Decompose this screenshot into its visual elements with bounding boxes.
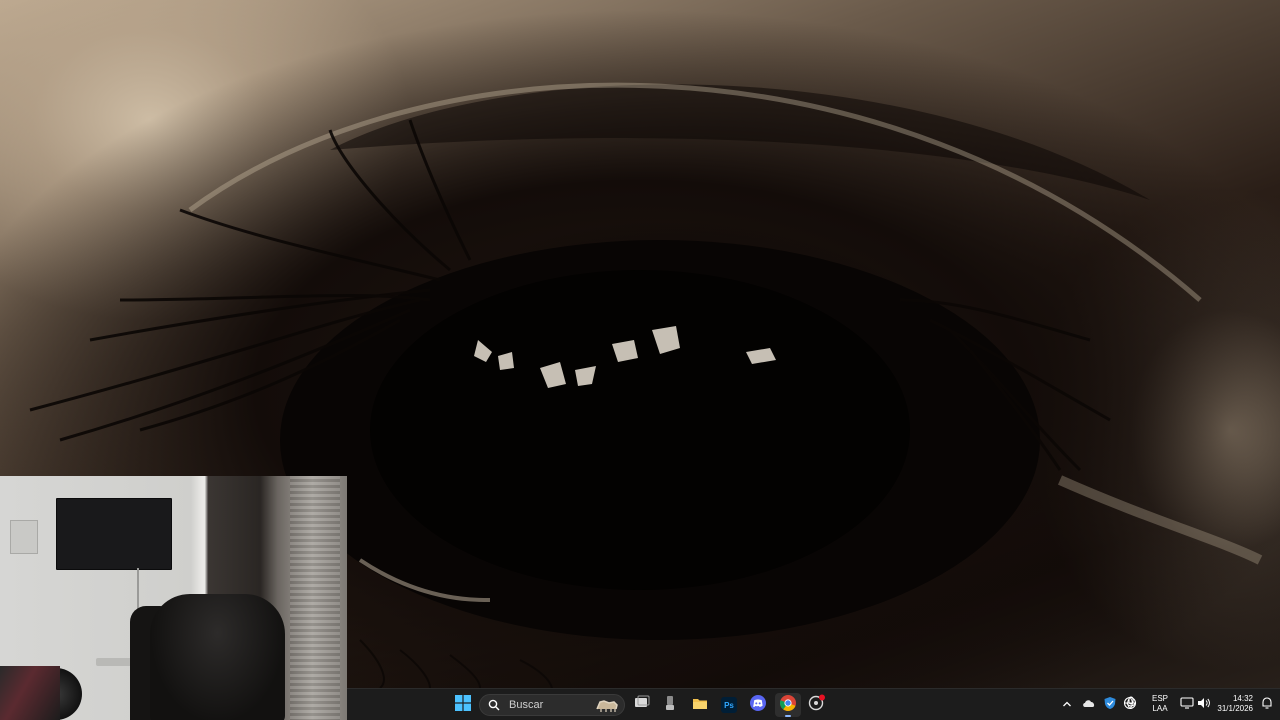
input-language-indicator[interactable]: ESP LAA: [1149, 694, 1171, 714]
taskbar-clock[interactable]: 14:32 31/1/2026: [1209, 694, 1253, 714]
start-button[interactable]: [450, 693, 476, 717]
photoshop-icon: Ps: [721, 697, 737, 713]
tray-microphone[interactable]: [1123, 695, 1139, 715]
wall-light-switch: [10, 520, 38, 554]
keyboard-layout: LAA: [1152, 704, 1168, 713]
taskbar-search[interactable]: Buscar: [479, 694, 625, 716]
taskbar-app-generic[interactable]: [657, 693, 683, 717]
photoshop-label: Ps: [724, 700, 734, 710]
search-placeholder: Buscar: [509, 699, 544, 711]
taskbar-photoshop[interactable]: Ps: [716, 693, 742, 717]
taskbar: Buscar Ps ESP LAA 14:32 31/1/2026: [347, 688, 1280, 720]
webcam-overlay: [0, 476, 347, 720]
clock-time: 14:32: [1232, 694, 1253, 703]
taskbar-file-explorer[interactable]: [687, 693, 713, 717]
clock-date: 31/1/2026: [1217, 704, 1253, 713]
shield-icon: [1103, 696, 1117, 715]
taskbar-discord[interactable]: [745, 693, 771, 717]
display-icon: [1180, 696, 1194, 714]
task-view-icon: [634, 695, 650, 716]
search-icon: [487, 698, 501, 712]
room-equipment: [0, 666, 60, 720]
language-code: ESP: [1151, 694, 1168, 703]
microphone-icon: [1125, 695, 1137, 715]
folder-icon: [692, 695, 708, 716]
task-view-button[interactable]: [629, 693, 655, 717]
cloud-icon: [1082, 696, 1096, 714]
wall-tv: [56, 498, 172, 570]
tray-cloud[interactable]: [1081, 697, 1097, 713]
curtain: [290, 476, 340, 720]
taskbar-chrome[interactable]: [775, 693, 801, 717]
discord-icon: [750, 694, 766, 716]
taskbar-recorder[interactable]: [804, 693, 830, 717]
search-highlight-icon: [594, 697, 620, 713]
gaming-chair: [150, 594, 285, 720]
show-hidden-icons-button[interactable]: [1059, 697, 1075, 713]
app-icon: [662, 695, 678, 716]
chevron-up-icon: [1062, 696, 1072, 714]
tray-display[interactable]: [1179, 697, 1195, 713]
notification-bell-icon: [1261, 696, 1273, 714]
recorder-icon: [808, 694, 826, 717]
notification-center-button[interactable]: [1259, 697, 1275, 713]
tray-security[interactable]: [1102, 696, 1118, 715]
chrome-icon: [779, 694, 796, 716]
windows-start-icon: [455, 694, 471, 716]
